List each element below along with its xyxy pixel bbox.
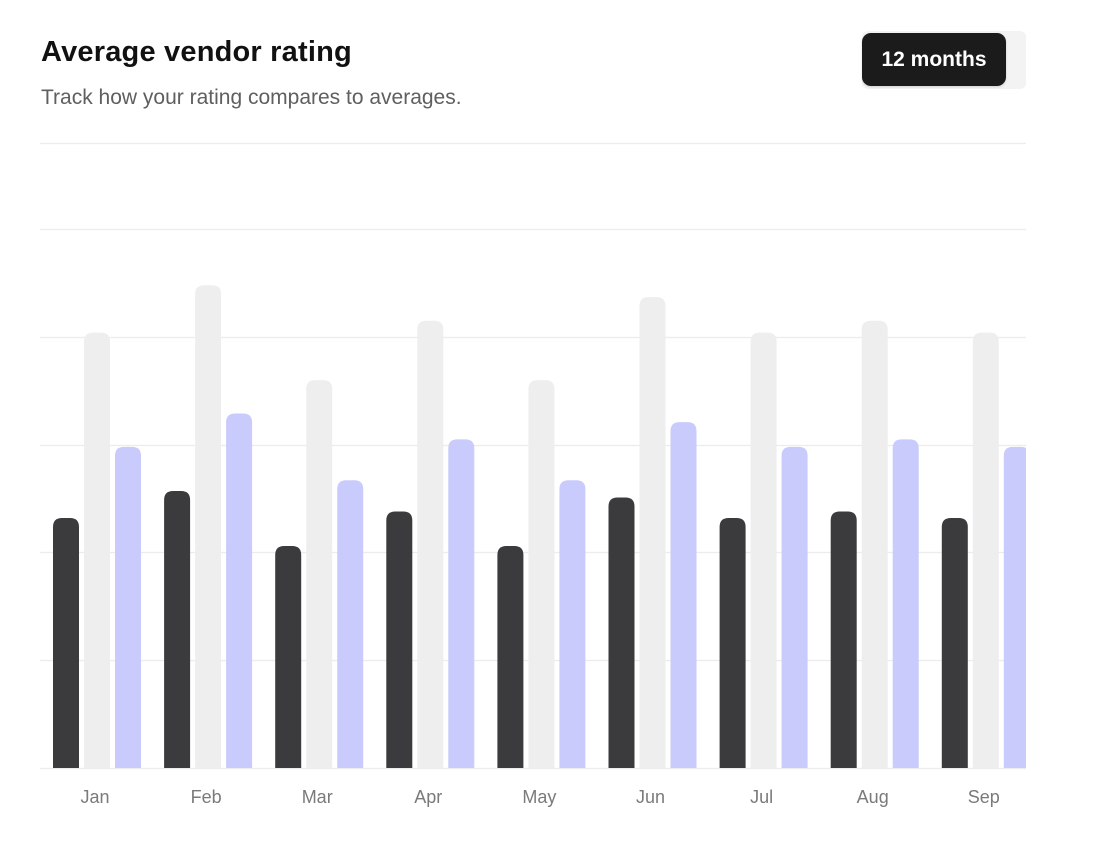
x-tick-label-jun: Jun [636, 787, 665, 807]
bar-apr-series-2 [417, 320, 444, 768]
x-tick-label-sep: Sep [968, 787, 1000, 807]
bar-sep-series-3 [1003, 446, 1026, 768]
bar-aug-series-3 [892, 439, 919, 768]
bar-aug-series-1 [830, 511, 857, 768]
bar-mar-series-1 [275, 546, 302, 768]
bar-sep-series-2 [972, 332, 999, 768]
bars [53, 285, 1026, 768]
bar-sep-series-1 [941, 518, 968, 768]
bar-aug-series-2 [861, 320, 888, 768]
bar-jan-series-2 [84, 332, 110, 768]
bar-jun-series-3 [670, 422, 697, 768]
bar-feb-series-3 [226, 413, 253, 768]
bar-feb-series-1 [164, 491, 191, 768]
bar-feb-series-2 [195, 285, 222, 768]
bar-apr-series-1 [386, 511, 413, 768]
bar-may-series-3 [559, 480, 586, 768]
bar-jan-series-3 [115, 446, 141, 768]
x-tick-label-jan: Jan [80, 787, 109, 807]
bar-jul-series-1 [719, 518, 746, 768]
bar-mar-series-3 [337, 480, 364, 768]
x-tick-label-aug: Aug [857, 787, 889, 807]
vendor-rating-card: Average vendor rating Track how your rat… [0, 0, 1107, 849]
x-tick-label-feb: Feb [191, 787, 222, 807]
bar-jul-series-3 [781, 446, 808, 768]
bar-chart: Jan Feb Mar Apr May Jun Jul Aug Sep [40, 142, 1026, 807]
x-tick-label-mar: Mar [302, 787, 333, 807]
bar-jun-series-1 [608, 497, 635, 768]
x-axis-labels: Jan Feb Mar Apr May Jun Jul Aug Sep [80, 787, 999, 807]
bar-jan-series-1 [53, 518, 79, 768]
bar-may-series-1 [497, 546, 524, 768]
bar-apr-series-3 [448, 439, 475, 768]
bar-may-series-2 [528, 380, 555, 768]
bar-mar-series-2 [306, 380, 333, 768]
bar-jun-series-2 [639, 297, 666, 768]
bar-jul-series-2 [750, 332, 777, 768]
x-tick-label-may: May [522, 787, 556, 807]
x-tick-label-jul: Jul [750, 787, 773, 807]
x-tick-label-apr: Apr [414, 787, 442, 807]
